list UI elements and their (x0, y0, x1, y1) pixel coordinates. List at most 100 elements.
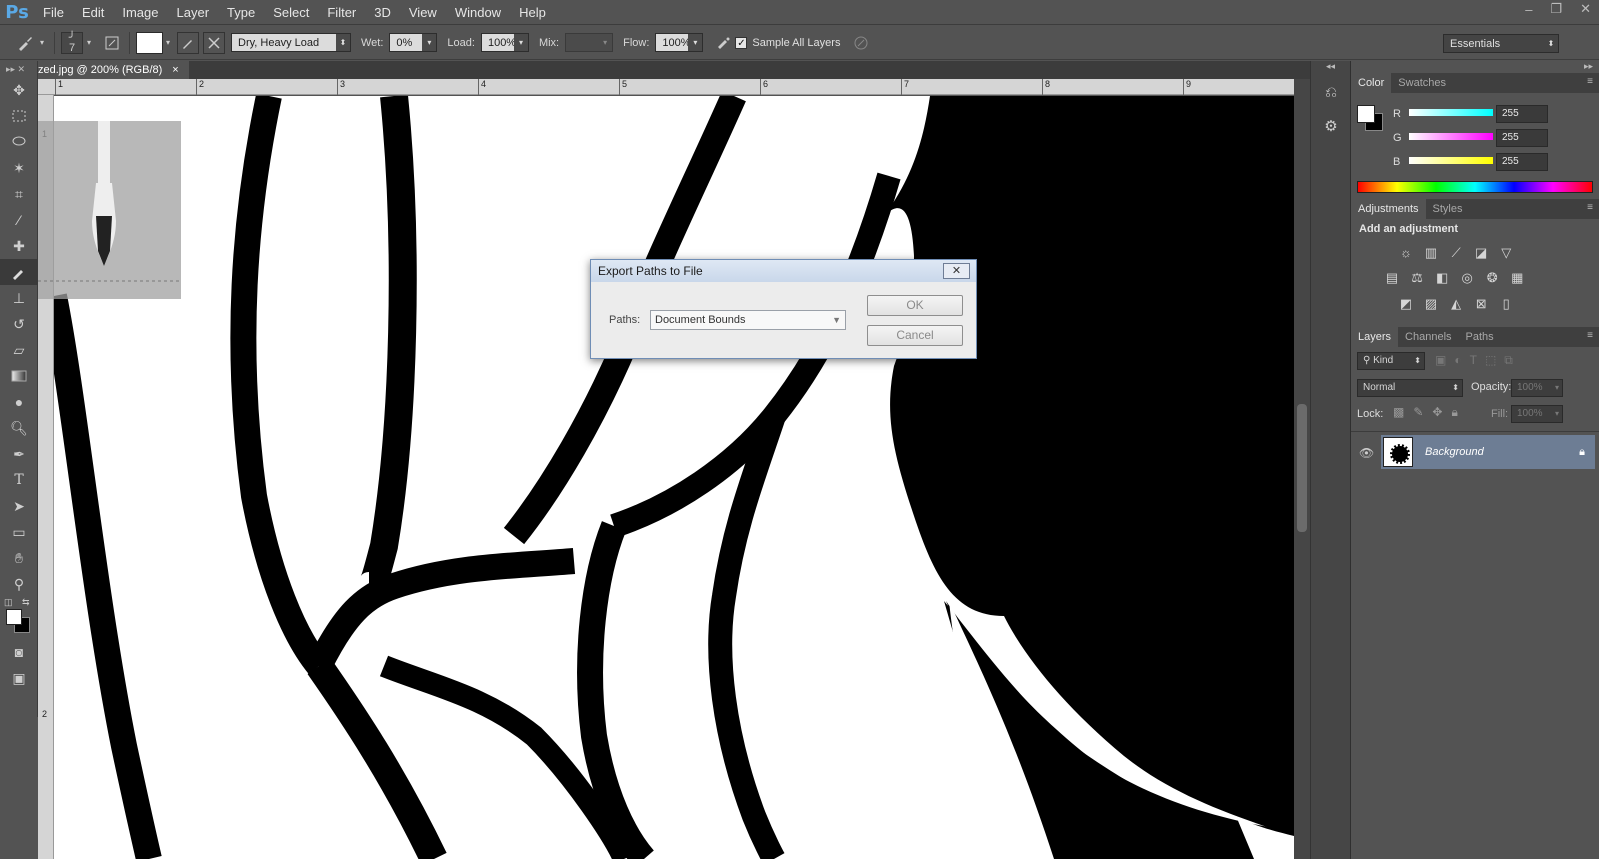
reservoir-color-swatch[interactable] (136, 31, 163, 54)
load-field[interactable]: 100% ▾ (480, 33, 529, 52)
tab-styles[interactable]: Styles (1426, 199, 1470, 219)
pixel-filter-icon[interactable]: ▣ (1435, 353, 1454, 367)
menu-view[interactable]: View (400, 5, 446, 20)
channel-mixer-icon[interactable]: ❂ (1483, 269, 1501, 287)
paths-select[interactable]: Document Bounds ▼ (650, 310, 846, 330)
healing-brush-tool-icon[interactable]: ✚ (0, 233, 38, 259)
shape-filter-icon[interactable]: ⬚ (1485, 353, 1504, 367)
load-brush-icon[interactable] (177, 31, 199, 54)
menu-type[interactable]: Type (218, 5, 264, 20)
tab-channels[interactable]: Channels (1398, 327, 1458, 347)
type-tool-icon[interactable]: T (0, 467, 38, 493)
brightness-icon[interactable]: ☼ (1397, 243, 1415, 261)
color-spectrum-ramp[interactable] (1357, 181, 1593, 193)
blend-mode-select[interactable]: Normal ⬍ (1357, 379, 1463, 397)
tab-layers[interactable]: Layers (1351, 327, 1399, 347)
menu-help[interactable]: Help (510, 5, 555, 20)
eyedropper-tool-icon[interactable]: ⁄ (0, 207, 38, 233)
vibrance-icon[interactable]: ▽ (1497, 244, 1515, 262)
layer-filter-select[interactable]: ⚲ Kind ⬍ (1357, 352, 1425, 370)
lock-all-icon[interactable]: 🔒︎ (1451, 405, 1466, 419)
marquee-tool-icon[interactable] (0, 103, 38, 129)
minimize-button[interactable]: – (1525, 2, 1532, 17)
type-filter-icon[interactable]: T (1470, 353, 1485, 367)
menu-window[interactable]: Window (446, 5, 510, 20)
b-value-field[interactable]: 255 (1496, 153, 1548, 171)
levels-icon[interactable]: ▥ (1422, 244, 1440, 262)
magic-wand-tool-icon[interactable]: ✶ (0, 155, 38, 181)
scrollbar-thumb[interactable] (1297, 404, 1307, 532)
threshold-icon[interactable]: ◭ (1447, 295, 1465, 313)
quick-mask-icon[interactable]: ◙ (0, 639, 38, 665)
blur-tool-icon[interactable]: ● (0, 389, 38, 415)
tool-preset-dropdown-icon[interactable]: ▾ (36, 32, 48, 54)
tab-adjustments[interactable]: Adjustments (1351, 199, 1426, 219)
wet-field[interactable]: 0% ▾ (389, 33, 438, 52)
cancel-button[interactable]: Cancel (867, 325, 963, 346)
mix-field[interactable]: ▾ (565, 33, 614, 52)
collapse-panels-icon[interactable]: ◂◂ (1311, 61, 1350, 75)
posterize-icon[interactable]: ▨ (1422, 295, 1440, 313)
dodge-tool-icon[interactable]: 🔍︎ (0, 415, 38, 441)
smart-object-filter-icon[interactable]: ⧉ (1504, 353, 1521, 367)
menu-file[interactable]: File (34, 5, 73, 20)
visibility-eye-icon[interactable]: 👁︎ (1359, 446, 1374, 460)
tab-paths[interactable]: Paths (1459, 327, 1501, 347)
black-white-icon[interactable]: ◧ (1433, 269, 1451, 287)
move-tool-icon[interactable]: ✥ (0, 77, 38, 103)
mixer-brush-tool-icon[interactable] (14, 32, 36, 54)
g-slider[interactable] (1409, 133, 1493, 140)
menu-3d[interactable]: 3D (365, 5, 400, 20)
history-panel-icon[interactable]: ⎌ (1311, 75, 1351, 109)
menu-edit[interactable]: Edit (73, 5, 113, 20)
airbrush-icon[interactable] (713, 32, 735, 54)
clean-brush-icon[interactable] (203, 31, 225, 54)
clone-stamp-tool-icon[interactable]: ⊥ (0, 285, 38, 311)
ok-button[interactable]: OK (867, 295, 963, 316)
menu-image[interactable]: Image (113, 5, 167, 20)
menu-filter[interactable]: Filter (318, 5, 365, 20)
selective-color-icon[interactable]: ⊠ (1472, 295, 1490, 313)
vertical-scrollbar[interactable] (1294, 79, 1310, 859)
opacity-field[interactable]: 100% ▾ (1511, 379, 1563, 397)
photo-filter-icon[interactable]: ◎ (1458, 269, 1476, 287)
rectangle-tool-icon[interactable]: ▭ (0, 519, 38, 545)
hue-saturation-icon[interactable]: ▤ (1383, 269, 1401, 287)
close-tab-icon[interactable]: × (172, 61, 178, 79)
hand-tool-icon[interactable]: ✋︎ (0, 545, 38, 571)
gradient-map-icon[interactable]: ▯ (1497, 295, 1515, 313)
tab-swatches[interactable]: Swatches (1391, 73, 1453, 93)
pressure-control-icon[interactable] (850, 32, 872, 54)
b-slider[interactable] (1409, 157, 1493, 164)
brush-panel-toggle-icon[interactable] (101, 32, 123, 54)
document-canvas[interactable] (54, 96, 1294, 859)
menu-layer[interactable]: Layer (168, 5, 219, 20)
panel-menu-icon[interactable]: ≡ (1587, 76, 1593, 87)
r-slider[interactable] (1409, 109, 1493, 116)
foreground-color-swatch[interactable] (6, 609, 22, 625)
color-balance-icon[interactable]: ⚖ (1408, 269, 1426, 287)
fill-field[interactable]: 100% ▾ (1511, 405, 1563, 423)
adjustment-filter-icon[interactable]: ◐ (1454, 353, 1469, 367)
sample-all-layers-checkbox[interactable]: ✓ (735, 36, 748, 49)
dialog-titlebar[interactable]: Export Paths to File ✕ (591, 260, 976, 282)
lock-position-icon[interactable]: ✥ (1432, 405, 1451, 419)
document-tab[interactable]: zed.jpg @ 200% (RGB/8) × (38, 61, 189, 79)
screen-mode-icon[interactable]: ▣ (0, 665, 38, 691)
exposure-icon[interactable]: ◪ (1472, 244, 1490, 262)
workspace-select[interactable]: Essentials ⬍ (1443, 34, 1559, 53)
curves-icon[interactable]: ⟋ (1447, 244, 1465, 262)
dialog-close-button[interactable]: ✕ (943, 263, 970, 279)
lock-transparent-icon[interactable]: ▩ (1393, 405, 1413, 419)
menu-select[interactable]: Select (264, 5, 318, 20)
zoom-tool-icon[interactable]: ⚲ (0, 571, 38, 597)
restore-button[interactable]: ❐ (1550, 1, 1562, 17)
panel-menu-icon[interactable]: ≡ (1587, 202, 1593, 213)
brush-size-picker[interactable]: ╯ 7 (61, 31, 83, 54)
pen-tool-icon[interactable]: ✒ (0, 441, 38, 467)
toolbox-grip-icon[interactable]: ▸▸ ✕ (0, 61, 37, 77)
properties-panel-icon[interactable]: ⚙ (1311, 109, 1351, 143)
path-selection-tool-icon[interactable]: ➤ (0, 493, 38, 519)
lock-image-icon[interactable]: ✎ (1413, 405, 1432, 419)
invert-icon[interactable]: ◩ (1397, 295, 1415, 313)
